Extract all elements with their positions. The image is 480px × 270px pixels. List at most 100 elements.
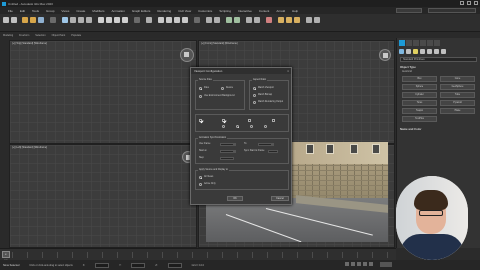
goto-start-icon[interactable] (345, 262, 349, 266)
a360-gallery-icon[interactable] (314, 17, 320, 23)
link-icon[interactable] (22, 17, 28, 23)
lights-icon[interactable] (413, 49, 418, 54)
sync-start-field[interactable] (268, 150, 278, 153)
radio-option-c[interactable] (250, 125, 253, 128)
checkbox-option-1[interactable] (199, 119, 202, 122)
ribbon-tab-populate[interactable]: Populate (71, 34, 81, 37)
menu-edit[interactable]: Edit (20, 9, 25, 13)
viewcube-icon[interactable] (379, 49, 391, 61)
menu-interactive[interactable]: Interactive (238, 9, 252, 13)
cancel-button[interactable]: Cancel (271, 196, 289, 201)
object-type-header[interactable]: Object Type (400, 65, 477, 69)
object-button-teapot[interactable]: Teapot (402, 108, 437, 114)
rendered-frame-icon[interactable] (286, 17, 292, 23)
autogrid-label[interactable]: AutoGrid (402, 70, 475, 73)
align-icon[interactable] (214, 17, 220, 23)
start-at-spinner[interactable] (234, 150, 236, 153)
motion-tab-icon[interactable] (420, 40, 426, 46)
radio-all-views[interactable] (199, 176, 202, 179)
maximize-icon[interactable] (467, 1, 471, 5)
menu-customize[interactable]: Customize (198, 9, 212, 13)
object-button-cone[interactable]: Cone (440, 76, 475, 82)
utilities-tab-icon[interactable] (434, 40, 440, 46)
named-selection-icon[interactable] (194, 17, 200, 23)
object-button-torus[interactable]: Torus (402, 100, 437, 106)
menu-arnold[interactable]: Arnold (276, 9, 285, 13)
select-by-name-icon[interactable] (70, 17, 76, 23)
mirror-icon[interactable] (206, 17, 212, 23)
menu-civil-view[interactable]: Civil View (178, 9, 191, 13)
snaps-toggle-icon[interactable] (158, 17, 164, 23)
helpers-icon[interactable] (427, 49, 432, 54)
auto-key-button[interactable] (380, 262, 392, 267)
step-field[interactable] (220, 157, 234, 160)
reference-coordinate-icon[interactable] (134, 17, 140, 23)
sign-in-button[interactable] (396, 8, 422, 13)
use-frame-spinner[interactable] (234, 143, 236, 146)
radio-option-d[interactable] (264, 125, 267, 128)
to-field[interactable] (258, 143, 272, 146)
checkbox-option-2[interactable] (222, 119, 225, 122)
percent-snap-icon[interactable] (174, 17, 180, 23)
menu-create[interactable]: Create (76, 9, 85, 13)
viewport-front-label[interactable]: [+] [Front] [Standard] [Wireframe] (201, 42, 238, 45)
to-spinner[interactable] (272, 143, 274, 146)
cameras-icon[interactable] (420, 49, 425, 54)
unlink-icon[interactable] (30, 17, 36, 23)
viewport-left-label[interactable]: [+] [Left] [Standard] [Wireframe] (12, 146, 47, 149)
move-icon[interactable] (98, 17, 104, 23)
curve-editor-icon[interactable] (246, 17, 252, 23)
ribbon-tab-object-paint[interactable]: Object Paint (52, 34, 66, 37)
ribbon-tab-selection[interactable]: Selection (35, 34, 45, 37)
radio-device[interactable] (221, 87, 224, 90)
radio-active-only[interactable] (199, 183, 202, 186)
ribbon-tab-freeform[interactable]: Freeform (19, 34, 29, 37)
prev-frame-icon[interactable] (351, 262, 355, 266)
menu-scripting[interactable]: Scripting (219, 9, 231, 13)
pivot-point-icon[interactable] (146, 17, 152, 23)
start-at-field[interactable] (220, 150, 234, 153)
menu-modifiers[interactable]: Modifiers (92, 9, 104, 13)
bind-spacewarp-icon[interactable] (38, 17, 44, 23)
spinner-snap-icon[interactable] (182, 17, 188, 23)
z-coordinate-field[interactable] (167, 262, 182, 268)
redo-icon[interactable] (11, 17, 17, 23)
scale-icon[interactable] (114, 17, 120, 23)
object-button-sphere[interactable]: Sphere (402, 84, 437, 90)
object-button-tube[interactable]: Tube (440, 92, 475, 98)
minimize-icon[interactable] (460, 1, 464, 5)
menu-file[interactable]: File (8, 9, 13, 13)
x-coordinate-field[interactable] (95, 262, 110, 268)
selection-filter-icon[interactable] (50, 17, 56, 23)
object-button-geosphere[interactable]: GeoSphere (440, 84, 475, 90)
radio-option-a[interactable] (222, 125, 225, 128)
systems-icon[interactable] (441, 49, 446, 54)
viewport-top[interactable]: [+] [Top] [Standard] [Wireframe] (9, 40, 197, 144)
modify-tab-icon[interactable] (406, 40, 412, 46)
steering-wheel-icon[interactable] (180, 48, 194, 62)
viewport-top-label[interactable]: [+] [Top] [Standard] [Wireframe] (12, 42, 47, 45)
goto-end-icon[interactable] (369, 262, 373, 266)
object-button-plane[interactable]: Plane (440, 108, 475, 114)
radio-match-bitmap[interactable] (253, 94, 256, 97)
spacewarps-icon[interactable] (434, 49, 439, 54)
menu-rendering[interactable]: Rendering (157, 9, 171, 13)
close-icon[interactable] (474, 1, 478, 5)
object-button-box[interactable]: Box (402, 76, 437, 82)
menu-help[interactable]: Help (292, 9, 298, 13)
scene-explorer-icon[interactable] (226, 17, 232, 23)
render-production-icon[interactable] (294, 17, 300, 23)
render-in-cloud-icon[interactable] (306, 17, 312, 23)
ok-button[interactable]: OK (227, 196, 243, 201)
primitive-type-dropdown[interactable]: Standard Primitives (400, 57, 477, 62)
window-crossing-icon[interactable] (86, 17, 92, 23)
radio-environment[interactable] (199, 95, 202, 98)
hierarchy-tab-icon[interactable] (413, 40, 419, 46)
create-tab-icon[interactable] (399, 40, 405, 46)
radio-files[interactable] (199, 87, 202, 90)
rectangular-selection-icon[interactable] (78, 17, 84, 23)
y-coordinate-field[interactable] (131, 262, 146, 268)
menu-group[interactable]: Group (46, 9, 54, 13)
schematic-view-icon[interactable] (254, 17, 260, 23)
ribbon-tab-modeling[interactable]: Modeling (3, 34, 13, 37)
